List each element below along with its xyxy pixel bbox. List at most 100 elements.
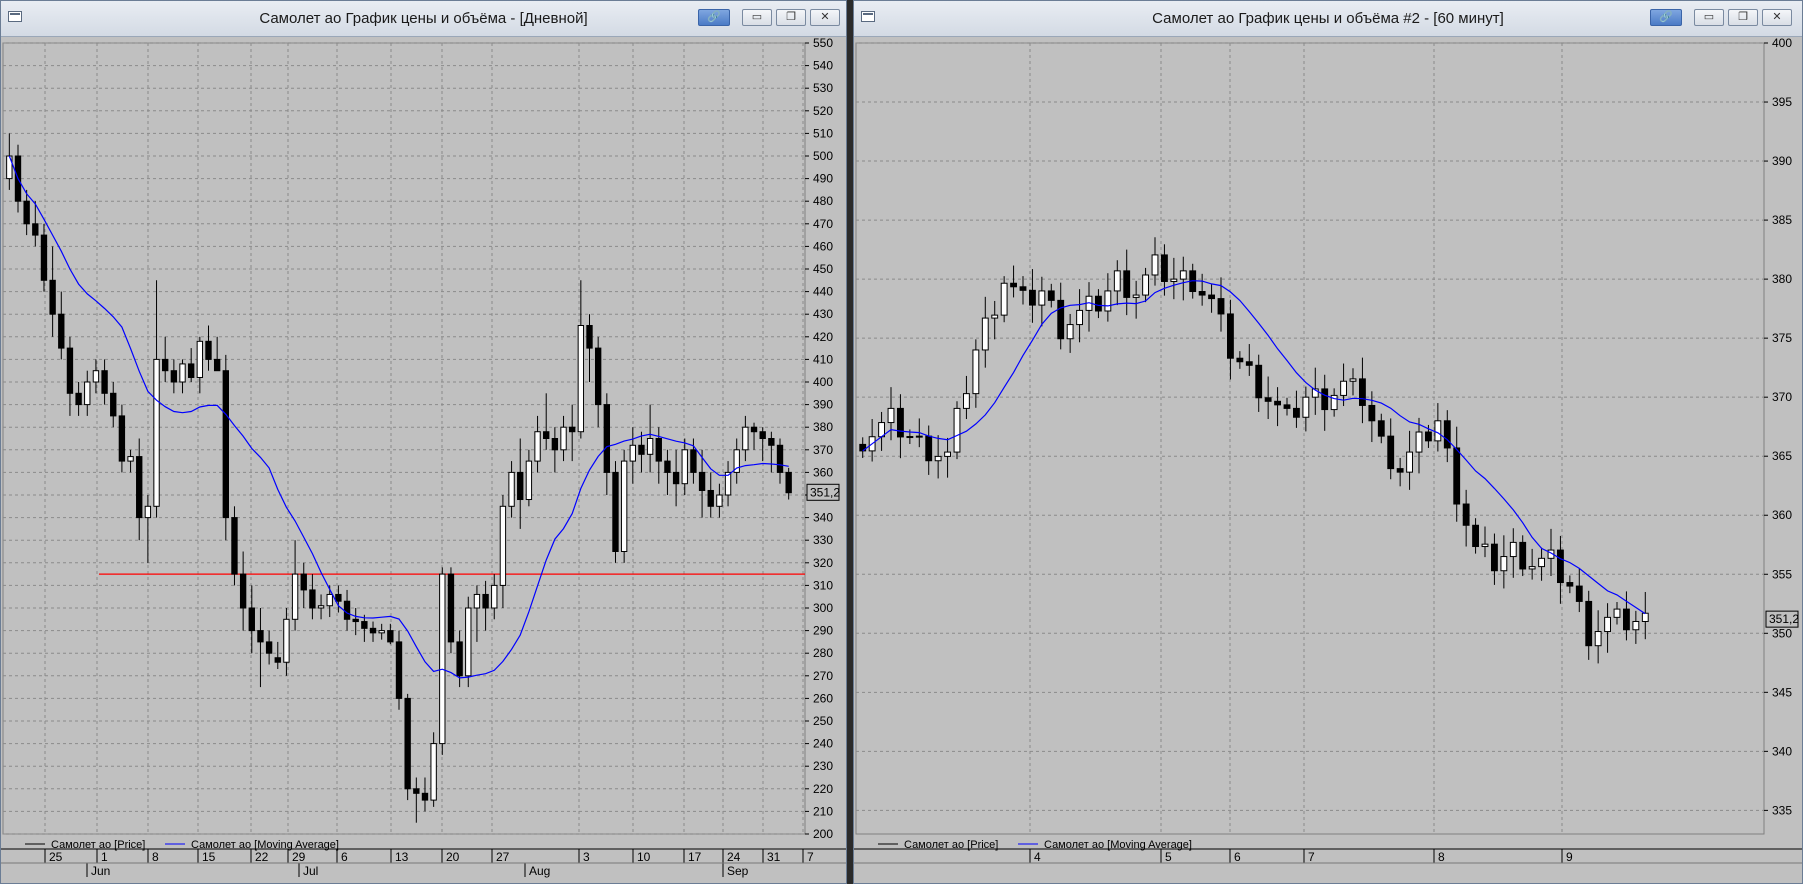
close-button[interactable]: ✕ [810,9,840,26]
minimize-button[interactable]: ▭ [742,9,772,26]
y-tick-label: 420 [813,330,833,344]
candle-body [222,370,229,519]
candle-body [560,426,567,451]
candle-body [49,279,56,315]
candle-body [934,455,942,462]
link-icon[interactable]: 🔗 [698,9,730,26]
y-tick-label: 200 [813,827,833,841]
candle-body [40,234,48,281]
x-tick-label: 6 [1234,850,1241,864]
daily-chart-window: Самолет ао График цены и объёма - [Дневн… [0,0,847,884]
restore-button[interactable]: ❐ [1728,9,1758,26]
candle-body [300,573,307,591]
y-tick-label: 220 [813,782,833,796]
candle-body [1123,270,1131,298]
y-tick-label: 340 [1772,744,1792,758]
y-tick-label: 360 [1772,508,1792,522]
y-tick-label: 350 [1772,626,1792,640]
candle-body [66,347,74,394]
candle-body [153,358,160,507]
candle-body [981,317,989,351]
x-tick-label: 22 [255,850,269,864]
y-tick-label: 500 [813,149,833,163]
candle-body [1359,378,1366,406]
candle-body [664,460,671,473]
candle-body [317,605,325,609]
y-tick-label: 550 [813,37,833,50]
y-tick-label: 470 [813,217,833,231]
x-tick-label: 29 [292,850,306,864]
y-tick-label: 460 [813,239,833,253]
y-tick-label: 410 [813,352,833,366]
y-tick-label: 375 [1772,331,1792,345]
y-tick-label: 360 [813,465,833,479]
candle-body [248,607,255,632]
title-bar[interactable]: Самолет ао График цены и объёма #2 - [60… [854,1,1802,37]
candle-body [1095,295,1102,312]
candle-body [136,456,143,519]
candle-body [517,471,524,501]
candle-body [759,431,766,440]
plot-area [855,42,1765,835]
candle-body [1641,612,1649,622]
x-tick-label: 15 [202,850,216,864]
y-tick-label: 430 [813,307,833,321]
x-tick-label: 8 [152,850,159,864]
candle-body [1245,361,1253,366]
candle-body [395,641,403,699]
candle-body [456,641,463,677]
candle-body [508,471,515,507]
candle-body [776,444,784,473]
candle-body [543,431,550,440]
candle-body [84,381,91,406]
candle-body [499,505,507,586]
candle-body [707,489,714,507]
y-tick-label: 280 [813,646,833,660]
y-tick-label: 510 [813,126,833,140]
candle-body [335,593,342,602]
candle-body [1340,380,1347,396]
candle-body [1434,420,1442,442]
candle-body [361,621,368,629]
y-tick-label: 210 [813,804,833,818]
candle-body [265,641,273,654]
y-tick-label: 530 [813,81,833,95]
candle-body [1509,541,1517,558]
title-bar[interactable]: Самолет ао График цены и объёма - [Дневн… [1,1,846,37]
candle-body [1425,431,1432,442]
last-price-label: 351,2 [1769,612,1799,626]
candle-body [534,431,541,462]
daily-price-chart[interactable]: 2002102202302402502602702802903003103203… [1,37,846,883]
candle-body [1368,404,1376,422]
candle-body [972,349,980,395]
link-icon[interactable]: 🔗 [1650,9,1682,26]
y-tick-label: 300 [813,601,833,615]
close-button[interactable]: ✕ [1762,9,1792,26]
candle-body [1198,291,1206,296]
minimize-button[interactable]: ▭ [1694,9,1724,26]
candle-body [1179,270,1187,280]
hourly-price-chart[interactable]: 335 340 345 350 355 360 365 370 375 380 385 390 395 4… [854,37,1802,883]
month-label: Sep [727,864,749,878]
restore-button[interactable]: ❐ [776,9,806,26]
y-tick-label: 340 [813,511,833,525]
candle-body [473,593,481,609]
candle-body [1283,404,1291,409]
candle-body [1161,254,1168,282]
candle-body [378,630,385,634]
y-tick-label: 480 [813,194,833,208]
x-tick-label: 27 [496,850,510,864]
candle-body [672,471,680,485]
x-tick-label: 3 [583,850,590,864]
candle-body [655,438,662,462]
candle-body [1415,431,1423,453]
y-tick-label: 260 [813,691,833,705]
x-tick-label: 20 [446,850,460,864]
y-tick-label: 490 [813,172,833,186]
candle-body [1594,631,1602,647]
candle-body [629,444,636,462]
candle-body [768,438,775,446]
y-tick-label: 395 [1772,95,1792,109]
candle-body [430,743,437,801]
candle-body [92,370,100,383]
